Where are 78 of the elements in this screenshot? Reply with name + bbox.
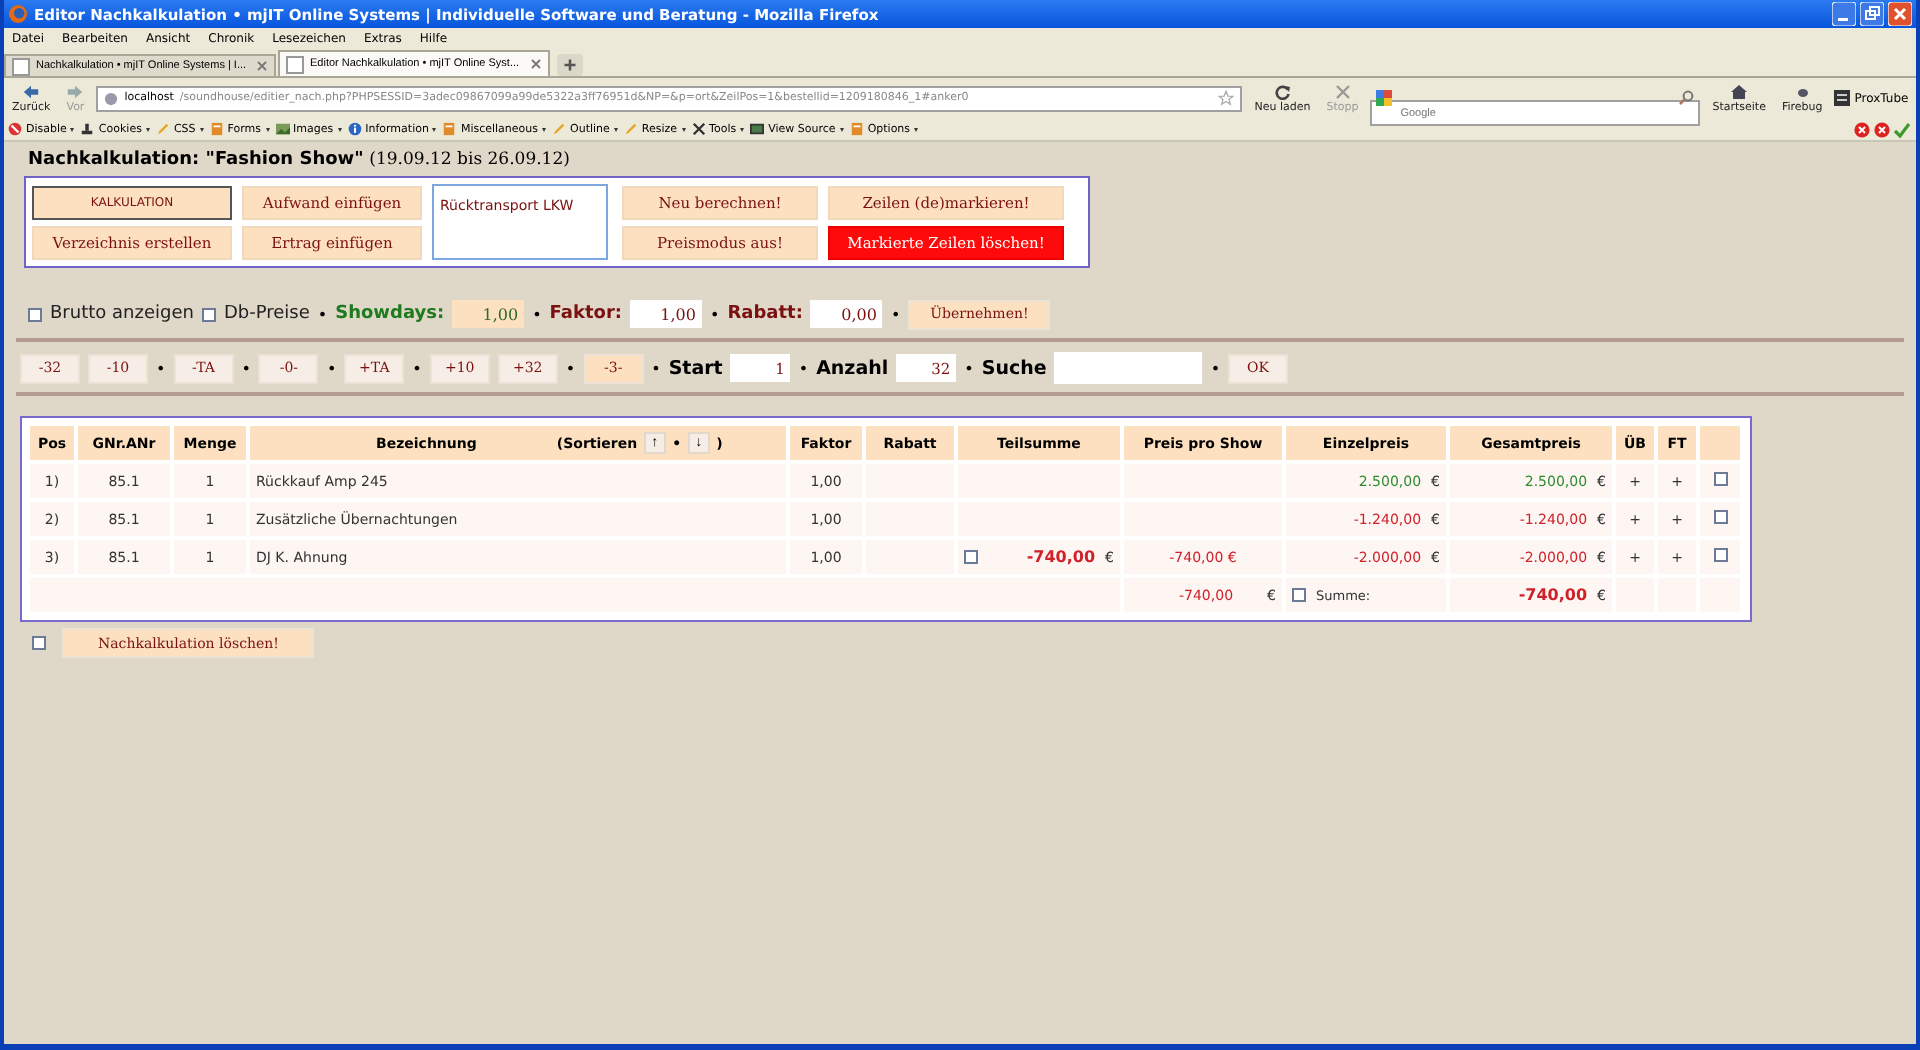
number-field[interactable]: 1,00 [452,300,525,328]
close-icon[interactable] [530,58,542,70]
date-range: (19.09.12 bis 26.09.12) [369,150,570,170]
field-label: Suche [981,357,1047,379]
document-icon [209,122,224,136]
caret-icon [542,127,547,131]
separator-dot: • [798,359,809,377]
row-checkbox[interactable] [1713,510,1727,524]
checkbox[interactable] [1292,588,1306,602]
document-icon [442,122,457,136]
checkbox-label: Brutto anzeigen [50,304,194,324]
info-icon [347,122,362,136]
plus-icon[interactable] [556,54,584,76]
caret-icon [681,127,686,131]
row-checkbox[interactable] [1713,548,1727,562]
amount-text: -740,00 [1026,548,1096,566]
caret-icon [613,127,618,131]
caret-icon [839,127,844,131]
error-icon[interactable] [1854,121,1870,137]
caret-icon [740,127,745,131]
separator-dot: • [709,305,720,323]
field-label: Showdays: [335,304,445,324]
separator-dot: • [156,359,166,377]
reload-icon [1273,83,1292,99]
checkbox-label: Db-Preise [223,304,310,324]
separator-dot: • [326,359,337,377]
search-icon[interactable] [1678,90,1695,106]
separator-dot: • [890,305,901,323]
prohibited-icon [8,122,22,136]
stamp-icon [80,122,95,136]
back-icon [22,83,41,99]
search-field[interactable] [1054,352,1203,384]
caret-icon [70,127,75,131]
check-icon[interactable] [1894,121,1910,137]
home-icon [1730,83,1749,99]
stop-icon [1333,83,1352,99]
minimize-icon[interactable] [1832,2,1856,26]
number-field[interactable]: 0,00 [810,300,883,328]
pencil-icon [155,122,170,136]
field-label: Faktor: [549,304,622,324]
separator-dot: • [412,359,422,377]
number-field[interactable]: 1,00 [629,300,702,328]
pencil-icon [552,122,567,136]
caret-icon [914,127,919,131]
separator-dot: • [241,359,251,377]
forward-icon [66,83,85,99]
separator-dot: • [565,359,576,377]
field-label: Anzahl [816,357,889,379]
caret-icon [199,127,204,131]
separator-dot: • [964,359,974,377]
image-icon [275,122,290,136]
page-icon [286,55,304,73]
checkbox[interactable] [28,307,42,321]
row-checkbox[interactable] [1713,472,1727,486]
caret-icon [432,127,437,131]
document-icon [849,122,864,136]
caret-icon [337,127,342,131]
page-icon [12,57,30,75]
close-icon[interactable] [256,60,268,72]
checkbox[interactable] [32,636,46,650]
checkbox[interactable] [964,550,978,564]
separator-dot: • [317,305,328,323]
error-icon[interactable] [1874,121,1890,137]
total-amount: -740,00 [1518,586,1588,604]
caret-icon [145,127,150,131]
checkbox[interactable] [201,307,216,321]
separator-dot: • [1210,359,1221,377]
monitor-icon [750,122,765,136]
browser-logo-icon [8,4,28,24]
separator-dot: • [651,359,661,377]
field-label: Rabatt: [727,304,803,324]
restore-icon[interactable] [1860,2,1884,26]
pencil-icon [623,122,638,136]
field-label: Start [668,357,723,379]
separator-dot: • [532,305,542,323]
caret-icon [265,127,270,131]
page-title: Nachkalkulation: "Fashion Show" [28,150,364,170]
star-icon[interactable] [1218,90,1235,106]
